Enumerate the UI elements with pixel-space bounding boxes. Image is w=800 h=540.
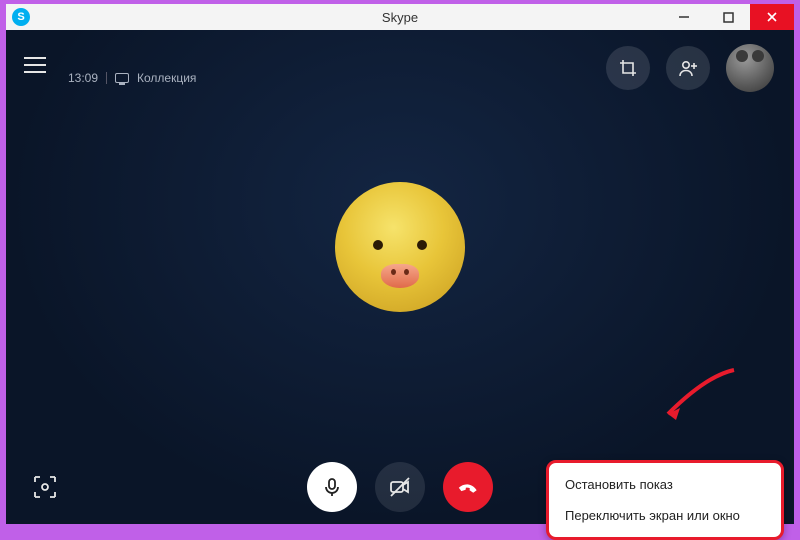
menu-item-stop-sharing[interactable]: Остановить показ <box>549 469 781 500</box>
microphone-button[interactable] <box>307 462 357 512</box>
top-right-actions <box>606 44 774 92</box>
separator <box>106 72 107 84</box>
screen-icon <box>115 73 129 83</box>
app-window: S Skype 13:09 Коллекция <box>6 4 794 524</box>
self-avatar[interactable] <box>726 44 774 92</box>
close-button[interactable] <box>750 4 794 30</box>
window-controls <box>662 4 794 30</box>
window-title: Skype <box>382 10 418 25</box>
titlebar: S Skype <box>6 4 794 30</box>
maximize-button[interactable] <box>706 4 750 30</box>
main-call-buttons <box>307 462 493 512</box>
call-duration: 13:09 <box>68 71 98 85</box>
call-topbar: 13:09 Коллекция <box>6 30 794 100</box>
call-area: 13:09 Коллекция <box>6 30 794 524</box>
share-context-menu: Остановить показ Переключить экран или о… <box>546 460 784 540</box>
menu-icon[interactable] <box>24 50 54 80</box>
add-participant-button[interactable] <box>666 46 710 90</box>
minimize-button[interactable] <box>662 4 706 30</box>
call-info: 13:09 Коллекция <box>68 71 196 85</box>
menu-item-switch-screen[interactable]: Переключить экран или окно <box>549 500 781 531</box>
contact-avatar <box>335 182 465 312</box>
snapshot-button[interactable] <box>28 470 62 504</box>
camera-off-button[interactable] <box>375 462 425 512</box>
hangup-button[interactable] <box>443 462 493 512</box>
skype-icon: S <box>12 8 30 26</box>
collection-label: Коллекция <box>137 71 196 85</box>
crop-button[interactable] <box>606 46 650 90</box>
